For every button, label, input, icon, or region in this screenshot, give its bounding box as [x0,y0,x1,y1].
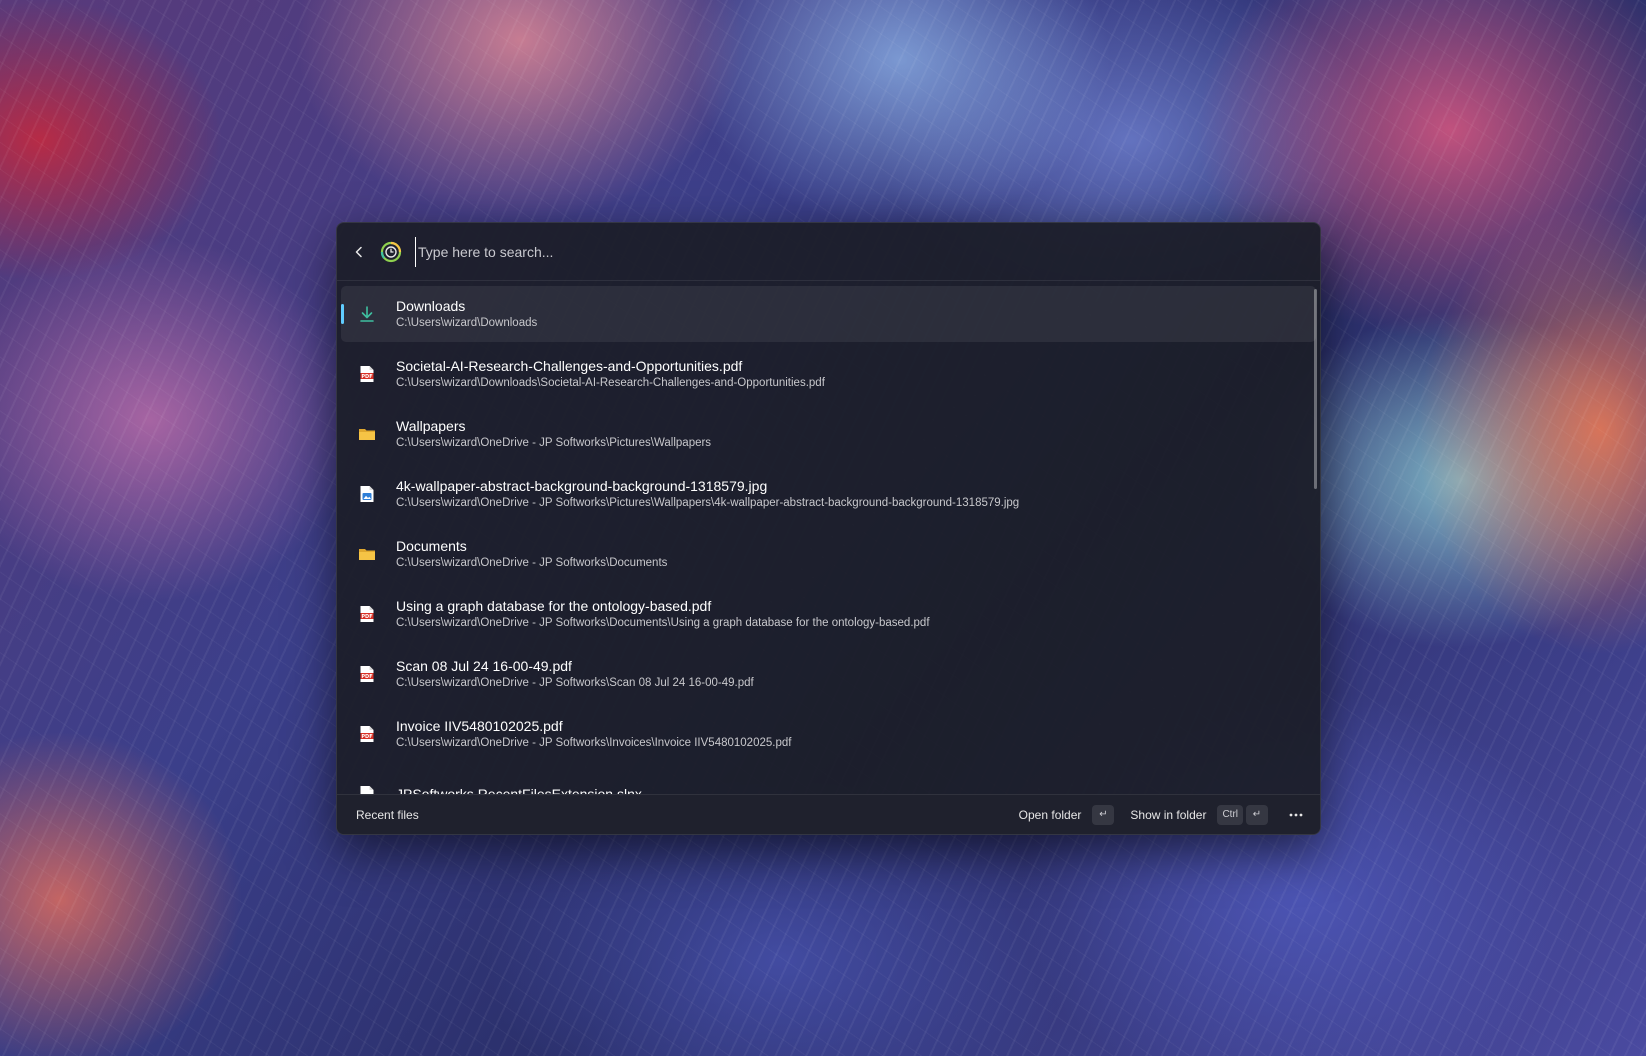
item-path: C:\Users\wizard\OneDrive - JP Softworks\… [396,677,754,689]
list-item[interactable]: JPSoftworks.RecentFilesExtension.slnx [341,766,1316,796]
list-item[interactable]: Documents C:\Users\wizard\OneDrive - JP … [341,526,1316,582]
item-path: C:\Users\wizard\Downloads [396,317,538,329]
item-path: C:\Users\wizard\OneDrive - JP Softworks\… [396,737,792,749]
download-icon [355,302,379,326]
item-path: C:\Users\wizard\OneDrive - JP Softworks\… [396,497,1020,509]
enter-key-icon: ↵ [1246,804,1268,825]
list-item[interactable]: PDF Scan 08 Jul 24 16-00-49.pdf C:\Users… [341,646,1316,702]
selection-indicator [341,304,344,324]
search-input[interactable] [415,236,1310,267]
ctrl-key-badge: Ctrl [1217,804,1243,825]
image-file-icon [355,482,379,506]
search-bar [337,223,1320,281]
show-in-folder-label: Show in folder [1130,807,1207,822]
svg-text:PDF: PDF [361,614,372,620]
pdf-file-icon: PDF [355,602,379,626]
list-item[interactable]: Wallpapers C:\Users\wizard\OneDrive - JP… [341,406,1316,462]
item-path: C:\Users\wizard\OneDrive - JP Softworks\… [396,557,668,569]
open-folder-button[interactable]: Open folder ↵ [1018,804,1115,825]
item-path: C:\Users\wizard\OneDrive - JP Softworks\… [396,437,712,449]
recent-files-extension-icon [379,240,403,264]
svg-text:PDF: PDF [361,374,372,380]
open-folder-label: Open folder [1018,807,1082,822]
item-title: Using a graph database for the ontology-… [396,598,712,614]
footer-bar: Recent files Open folder ↵ Show in folde… [337,794,1320,834]
back-button[interactable] [347,238,371,266]
pdf-file-icon: PDF [355,722,379,746]
item-title: Wallpapers [396,418,466,434]
results-list: Downloads C:\Users\wizard\Downloads PDF … [337,282,1320,796]
list-item[interactable]: 4k-wallpaper-abstract-background-backgro… [341,466,1316,522]
folder-icon [355,422,379,446]
list-item[interactable]: Downloads C:\Users\wizard\Downloads [341,286,1316,342]
enter-key-icon: ↵ [1092,804,1115,825]
results-scrollbar[interactable] [1314,289,1317,489]
item-path: C:\Users\wizard\Downloads\Societal-AI-Re… [396,377,825,389]
item-title: Invoice IIV5480102025.pdf [396,718,563,734]
chevron-left-icon [355,246,362,257]
list-item[interactable]: PDF Invoice IIV5480102025.pdf C:\Users\w… [341,706,1316,762]
folder-icon [355,542,379,566]
list-item[interactable]: PDF Using a graph database for the ontol… [341,586,1316,642]
list-item[interactable]: PDF Societal-AI-Research-Challenges-and-… [341,346,1316,402]
footer-title: Recent files [356,807,419,822]
show-in-folder-button[interactable]: Show in folder Ctrl ↵ [1130,804,1268,825]
item-title: 4k-wallpaper-abstract-background-backgro… [396,478,768,494]
svg-text:PDF: PDF [361,734,372,740]
item-title: Downloads [396,298,466,314]
svg-text:PDF: PDF [361,674,372,680]
item-path: C:\Users\wizard\OneDrive - JP Softworks\… [396,617,930,629]
pdf-file-icon: PDF [355,362,379,386]
item-title: Documents [396,538,467,554]
item-title: Scan 08 Jul 24 16-00-49.pdf [396,658,572,674]
pdf-file-icon: PDF [355,662,379,686]
more-horizontal-icon [1289,813,1303,816]
more-options-button[interactable] [1284,803,1308,827]
command-palette-window: Downloads C:\Users\wizard\Downloads PDF … [336,222,1321,835]
item-title: Societal-AI-Research-Challenges-and-Oppo… [396,358,743,374]
